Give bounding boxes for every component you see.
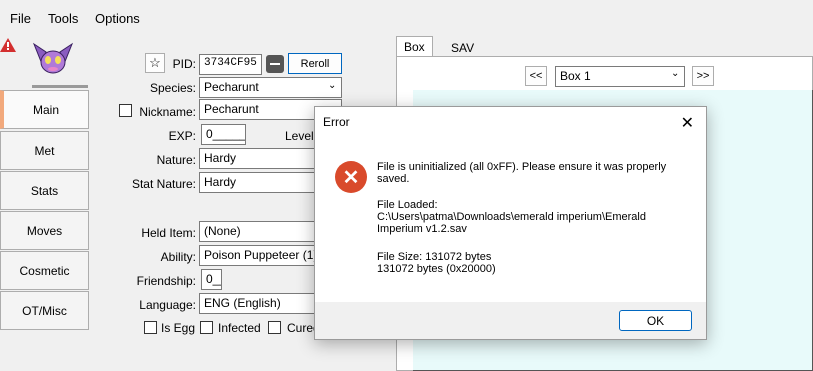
ok-button[interactable]: OK xyxy=(619,310,692,331)
box-slot[interactable] xyxy=(758,90,813,160)
menu-options[interactable]: Options xyxy=(95,11,140,26)
box-slot[interactable] xyxy=(482,340,552,371)
exp-input[interactable]: 0_____ xyxy=(201,124,246,145)
is-egg-checkbox[interactable] xyxy=(144,321,157,334)
language-label: Language: xyxy=(139,298,196,312)
box-slot[interactable] xyxy=(551,340,621,371)
dialog-footer: OK xyxy=(315,302,706,339)
nature-label: Nature: xyxy=(156,153,196,167)
tab-met-label: Met xyxy=(34,143,55,158)
reroll-button[interactable]: Reroll xyxy=(288,53,342,74)
level-label: Level: xyxy=(285,129,318,143)
box-select[interactable]: Box 1 xyxy=(555,66,685,87)
infected-label: Infected xyxy=(218,321,261,335)
menu-file[interactable]: File xyxy=(10,11,31,26)
tab-ot-misc-label: OT/Misc xyxy=(22,303,67,318)
held-item-label: Held Item: xyxy=(141,226,196,240)
nickname-checkbox[interactable] xyxy=(119,104,132,117)
pokemon-sprite xyxy=(32,42,74,76)
chevron-down-icon[interactable]: ⌄ xyxy=(328,80,336,91)
gender-icon[interactable] xyxy=(266,55,284,73)
friendship-label: Friendship: xyxy=(136,274,196,288)
ability-label: Ability: xyxy=(160,250,196,264)
menu-tools[interactable]: Tools xyxy=(48,11,78,26)
friendship-input[interactable]: 0__ xyxy=(201,269,222,290)
tab-moves-label: Moves xyxy=(26,223,63,238)
stat-nature-label: Stat Nature: xyxy=(131,177,196,191)
close-icon[interactable]: ✕ xyxy=(681,113,694,133)
dialog-file-loaded: File Loaded: C:\Users\patma\Downloads\em… xyxy=(377,199,646,235)
cured-checkbox[interactable] xyxy=(268,321,281,334)
tab-met[interactable]: Met xyxy=(0,131,89,170)
prev-box-button[interactable]: << xyxy=(525,66,547,86)
tab-cosmetic-label: Cosmetic xyxy=(19,263,70,278)
error-dialog: Error ✕ ✕ File is uninitialized (all 0xF… xyxy=(314,106,707,340)
box-slot[interactable] xyxy=(758,159,813,341)
box-slot[interactable] xyxy=(689,340,759,371)
menu-bar: File Tools Options xyxy=(0,0,813,36)
tab-main[interactable]: Main xyxy=(0,90,89,129)
tab-main-label: Main xyxy=(32,102,59,117)
dialog-body: ✕ File is uninitialized (all 0xFF). Plea… xyxy=(315,141,706,304)
species-label: Species: xyxy=(149,81,196,95)
tab-cosmetic[interactable]: Cosmetic xyxy=(0,251,89,290)
tab-sav[interactable]: SAV xyxy=(444,38,481,58)
box-slot[interactable] xyxy=(413,340,483,371)
nickname-label: Nickname: xyxy=(139,105,196,119)
tab-moves[interactable]: Moves xyxy=(0,211,89,250)
tab-stats[interactable]: Stats xyxy=(0,171,89,210)
error-icon: ✕ xyxy=(335,161,367,193)
dialog-message: File is uninitialized (all 0xFF). Please… xyxy=(377,161,667,185)
box-slot[interactable] xyxy=(758,340,813,371)
is-egg-label: Is Egg xyxy=(161,321,196,335)
tab-box[interactable]: Box xyxy=(396,36,433,57)
infected-checkbox[interactable] xyxy=(200,321,213,334)
dialog-title: Error xyxy=(323,115,350,129)
tab-stats-label: Stats xyxy=(30,183,59,198)
warning-icon[interactable] xyxy=(0,38,16,52)
dialog-file-size: File Size: 131072 bytes 131072 bytes (0x… xyxy=(377,251,496,275)
sprite-divider xyxy=(32,85,88,88)
shiny-star-button[interactable]: ☆ xyxy=(145,53,165,73)
next-box-button[interactable]: >> xyxy=(692,66,714,86)
tab-ot-misc[interactable]: OT/Misc xyxy=(0,291,89,330)
pid-label: PID: xyxy=(172,57,196,71)
box-slot[interactable] xyxy=(620,340,690,371)
box-slot[interactable] xyxy=(707,159,759,341)
box-chevron-down-icon[interactable]: ⌄ xyxy=(671,68,679,79)
species-select[interactable]: Pecharunt xyxy=(199,77,342,98)
exp-label: EXP: xyxy=(168,129,196,143)
pid-input[interactable]: 3734CF95 xyxy=(199,54,262,75)
